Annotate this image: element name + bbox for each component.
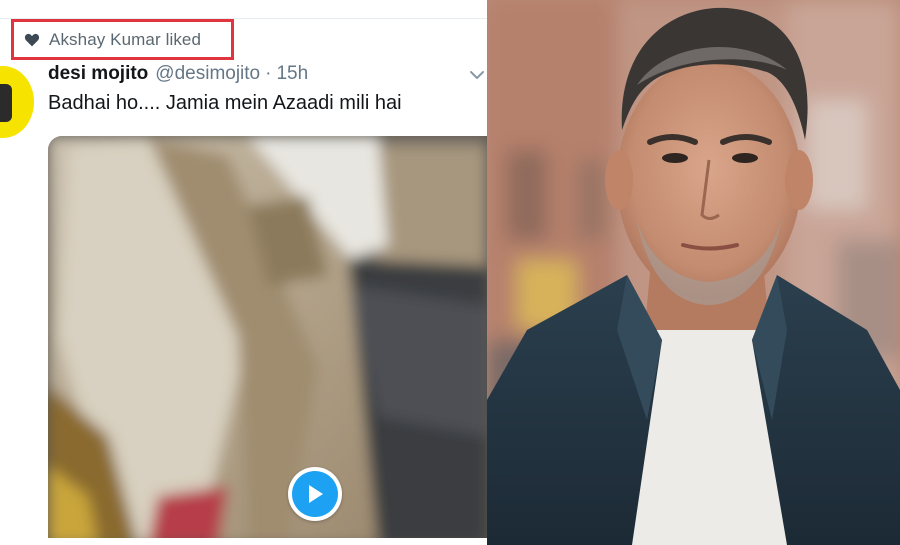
avatar-figure — [0, 84, 12, 122]
video-thumbnail[interactable] — [48, 136, 487, 545]
liked-banner-text: Akshay Kumar liked — [49, 29, 202, 49]
play-icon — [309, 485, 323, 503]
portrait-photo — [487, 0, 900, 545]
liked-banner: Akshay Kumar liked — [11, 19, 234, 60]
play-button[interactable] — [288, 467, 342, 521]
tweet-timestamp[interactable]: 15h — [276, 63, 308, 85]
heart-icon — [24, 33, 40, 46]
tweet-text: Badhai ho.... Jamia mein Azaadi mili hai — [48, 92, 402, 114]
separator-dot: · — [265, 63, 272, 84]
portrait-image — [487, 0, 900, 545]
avatar[interactable] — [0, 66, 34, 138]
tweet-screenshot-panel: Akshay Kumar liked desi mojito @desimoji… — [0, 0, 487, 545]
chevron-down-icon[interactable] — [469, 69, 485, 81]
play-button-circle — [292, 471, 338, 517]
display-name[interactable]: desi mojito — [48, 63, 148, 85]
tweet-header: desi mojito @desimojito · 15h — [48, 63, 308, 85]
user-handle[interactable]: @desimojito — [155, 63, 260, 85]
video-frame — [48, 136, 487, 545]
bottom-edge — [0, 538, 487, 545]
